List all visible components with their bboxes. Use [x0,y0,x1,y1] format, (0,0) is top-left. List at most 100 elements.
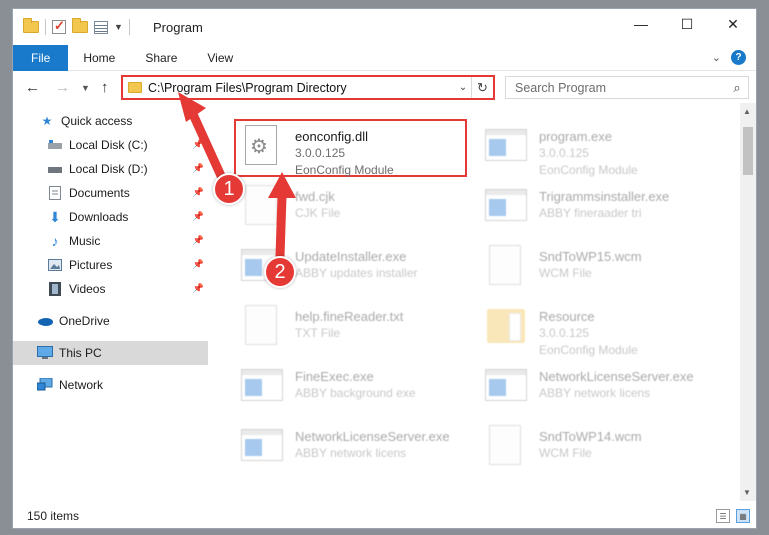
maximize-button[interactable]: ☐ [664,9,710,39]
file-item[interactable]: SndToWP15.wcm WCM File [483,243,723,299]
file-type: CJK File [295,206,341,220]
pin-icon[interactable]: 📌 [193,139,204,150]
sidebar-item-music[interactable]: ♪ Music 📌 [13,229,208,253]
address-row: ← → ▼ ↑ C:\Program Files\Program Directo… [13,71,756,103]
address-bar[interactable]: C:\Program Files\Program Directory ⌄ ↻ [121,75,495,100]
file-item[interactable]: help.fineReader.txt TXT File [239,303,479,359]
exe-file-icon [483,183,529,231]
step-badge-1: 1 [213,173,245,205]
file-name: Trigrammsinstaller.exe [539,189,670,204]
tab-home[interactable]: Home [68,45,130,71]
file-name: NetworkLicenseServer.exe [295,429,450,444]
document-file-icon [483,423,529,471]
sidebar-item-videos[interactable]: Videos 📌 [13,277,208,301]
close-button[interactable]: ✕ [710,9,756,39]
sidebar-item-label: Downloads [69,210,129,224]
new-folder-icon[interactable] [72,18,88,33]
file-description: ABBY network licens [539,386,651,400]
star-icon: ★ [41,114,53,128]
file-name: SndToWP15.wcm [539,249,642,264]
search-box[interactable]: ⌕ [505,76,749,99]
up-arrow-icon[interactable]: ↑ [101,79,109,96]
sidebar-item-onedrive[interactable]: OneDrive [13,309,208,333]
recent-locations-icon[interactable]: ▼ [81,83,90,93]
file-item[interactable]: NetworkLicenseServer.exe ABBY network li… [239,423,479,479]
expand-ribbon-icon[interactable]: ⌄ [712,51,721,64]
document-file-icon [239,303,285,351]
large-icons-view-icon[interactable]: ▦ [736,509,750,523]
refresh-icon[interactable]: ↻ [471,77,493,98]
pin-icon[interactable]: 📌 [193,211,204,222]
file-type: TXT File [295,326,341,340]
file-item[interactable]: program.exe 3.0.0.125 EonConfig Module [483,123,723,179]
exe-file-icon [483,363,529,411]
file-name: UpdateInstaller.exe [295,249,407,264]
customize-toolbar-icon[interactable]: ▼ [114,22,123,32]
tab-share[interactable]: Share [130,45,192,71]
file-type: WCM File [539,446,592,460]
pin-icon[interactable]: 📌 [193,235,204,246]
sidebar-item-label: Network [59,378,104,392]
address-dropdown-icon[interactable]: ⌄ [455,82,471,93]
ribbon-help-area: ⌄ ? [712,50,746,65]
search-icon[interactable]: ⌕ [726,80,748,96]
pictures-icon [47,257,63,273]
sidebar-item-local-disk-d[interactable]: Local Disk (D:) 📌 [13,157,208,181]
dll-file-icon [239,123,285,171]
file-item[interactable]: fwd.cjk CJK File [239,183,479,239]
sidebar-item-pictures[interactable]: Pictures 📌 [13,253,208,277]
window-title: Program [153,20,203,35]
exe-file-icon [239,363,285,411]
file-item[interactable]: Trigrammsinstaller.exe ABBY fineraader t… [483,183,723,239]
drive-icon [47,161,63,177]
file-item[interactable]: SndToWP14.wcm WCM File [483,423,723,479]
file-item[interactable]: NetworkLicenseServer.exe ABBY network li… [483,363,723,419]
vertical-scrollbar[interactable]: ▲ ▼ [740,103,756,501]
file-description: EonConfig Module [539,343,638,357]
properties-icon[interactable] [94,20,108,34]
pin-icon[interactable]: 📌 [193,187,204,198]
minimize-button[interactable]: — [618,9,664,39]
file-item[interactable]: Resource 3.0.0.125 EonConfig Module [483,303,723,359]
tab-file[interactable]: File [13,44,69,71]
sidebar-item-label: This PC [59,346,102,360]
view-switcher: ☰ ▦ [716,509,750,523]
sidebar-item-downloads[interactable]: ⬇ Downloads 📌 [13,205,208,229]
file-list: eonconfig.dll 3.0.0.125 EonConfig Module… [209,103,744,501]
sidebar-item-quick-access[interactable]: ★ Quick access [13,109,208,133]
sidebar-item-label: Music [69,234,101,248]
file-item-eonconfig-dll[interactable]: eonconfig.dll 3.0.0.125 EonConfig Module [239,123,479,179]
status-bar: 150 items ☰ ▦ [13,505,756,528]
cloud-icon [37,313,53,329]
pin-icon[interactable]: 📌 [193,283,204,294]
scrollbar-thumb[interactable] [743,127,753,175]
search-input[interactable] [515,80,726,95]
document-file-icon [483,243,529,291]
explorer-window: ▼ Program — ☐ ✕ File Home Share View ⌄ ?… [12,8,757,529]
back-arrow-icon[interactable]: ← [25,79,40,96]
sidebar-item-network[interactable]: Network [13,373,208,397]
file-name: FineExec.exe [295,369,374,384]
computer-icon [37,345,53,361]
sidebar-item-this-pc[interactable]: This PC [13,341,208,365]
file-name: eonconfig.dll [295,129,368,144]
scroll-down-icon[interactable]: ▼ [743,488,751,497]
forward-arrow-icon[interactable]: → [55,79,70,96]
sidebar-item-documents[interactable]: Documents 📌 [13,181,208,205]
file-description: EonConfig Module [295,163,394,177]
scroll-up-icon[interactable]: ▲ [743,107,751,116]
file-name: NetworkLicenseServer.exe [539,369,694,384]
file-item[interactable]: FineExec.exe ABBY background exe [239,363,479,419]
address-path[interactable]: C:\Program Files\Program Directory [148,81,455,95]
details-view-icon[interactable]: ☰ [716,509,730,523]
step-badge-2: 2 [264,256,296,288]
properties-check-icon[interactable] [52,18,66,34]
tab-view[interactable]: View [192,45,248,71]
toolbar-divider [128,19,130,35]
pin-icon[interactable]: 📌 [193,259,204,270]
pin-icon[interactable]: 📌 [193,163,204,174]
document-file-icon [239,183,285,231]
sidebar-item-local-disk-c[interactable]: Local Disk (C:) 📌 [13,133,208,157]
help-icon[interactable]: ? [731,50,746,65]
file-description: ABBY background exe [295,386,416,400]
